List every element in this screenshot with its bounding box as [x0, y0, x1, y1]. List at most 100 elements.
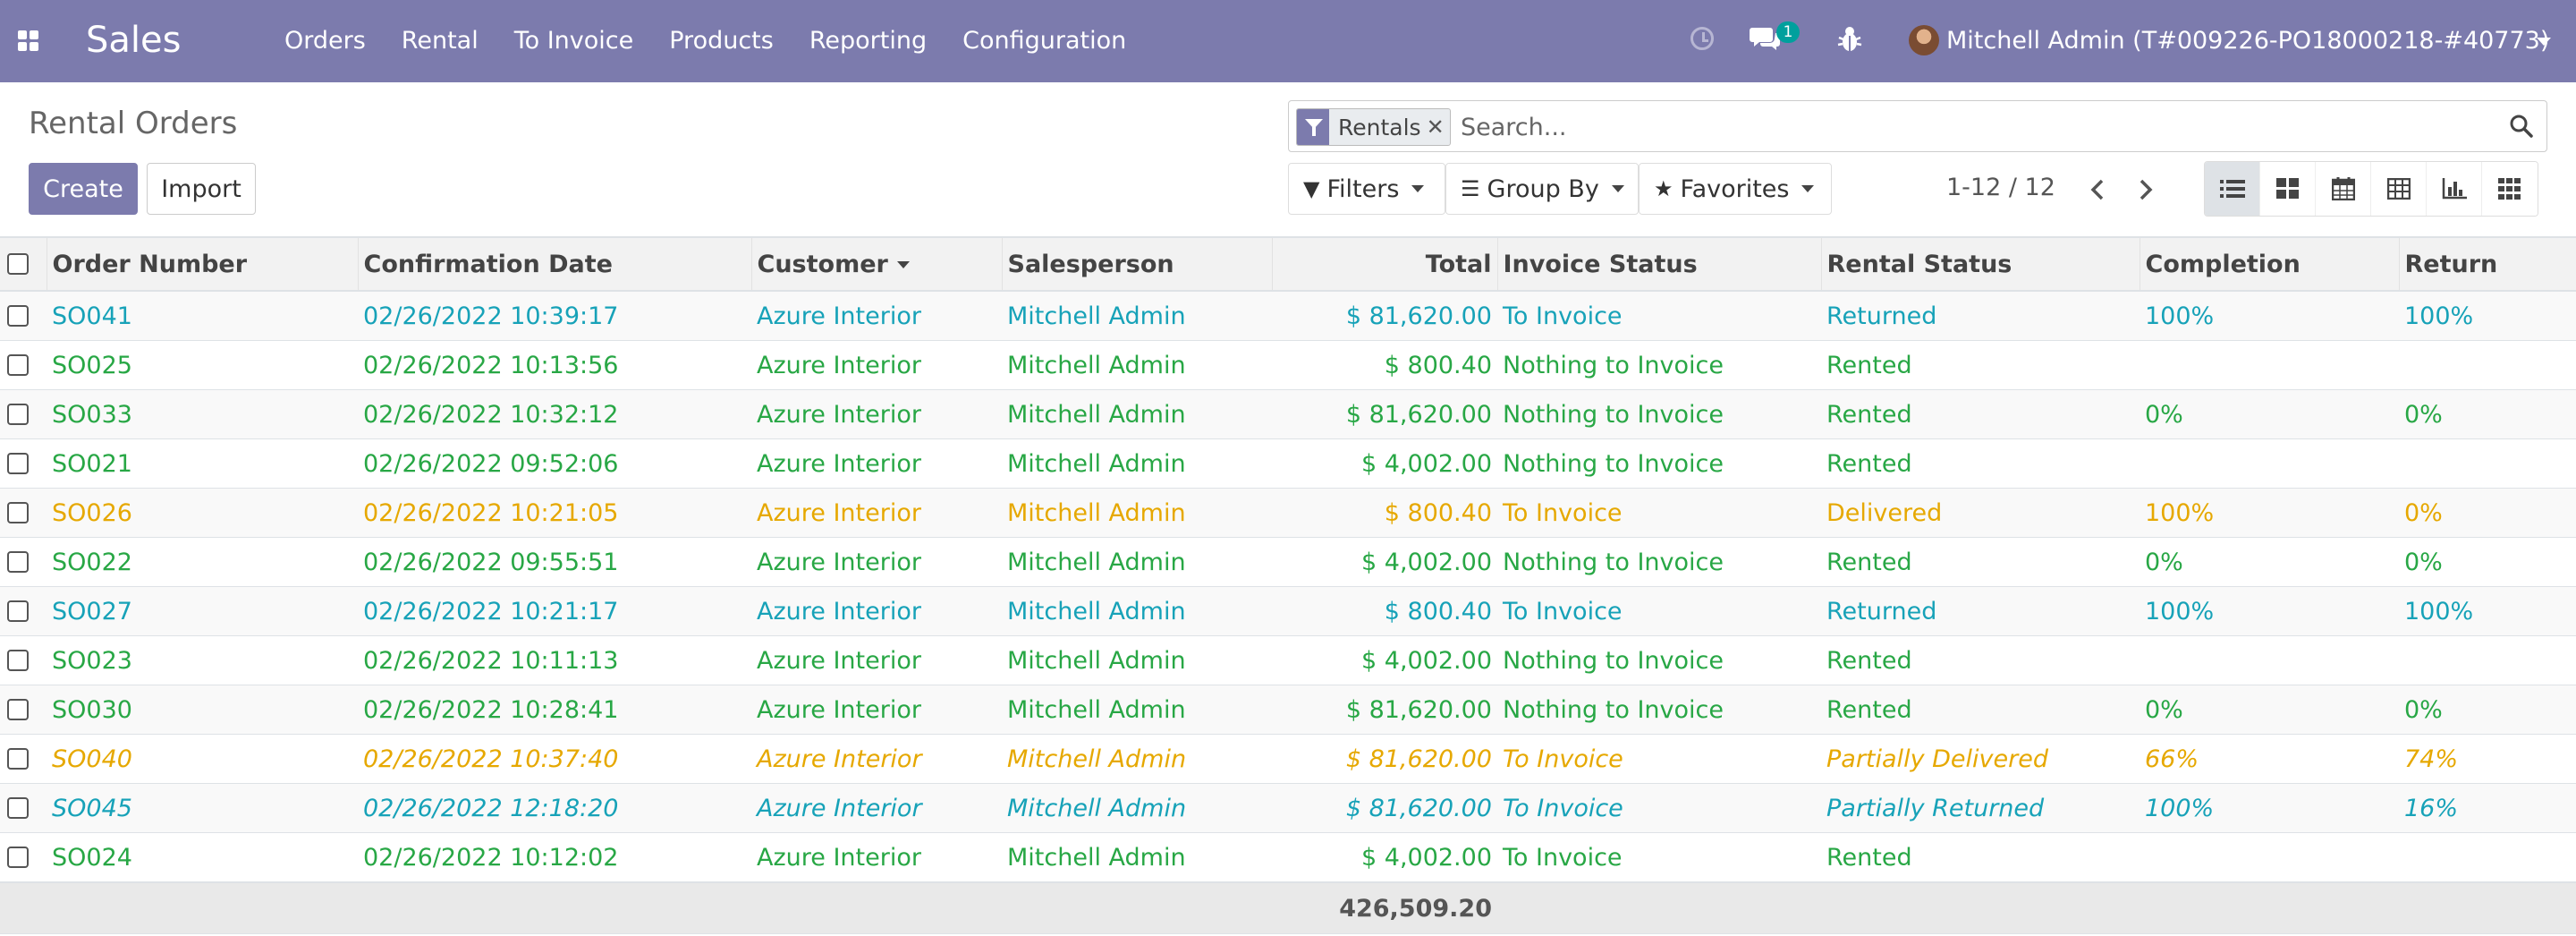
select-all-checkbox[interactable] — [7, 253, 29, 275]
column-header-total[interactable]: Total — [1272, 236, 1498, 292]
favorites-dropdown[interactable]: ★ Favorites — [1639, 163, 1832, 215]
table-row[interactable]: SO030 02/26/2022 10:28:41 Azure Interior Mi… — [0, 685, 2576, 735]
table-row[interactable]: SO026 02/26/2022 10:21:05 Azure Interior Mi… — [0, 488, 2576, 538]
user-avatar[interactable] — [1909, 25, 1939, 55]
remove-facet-icon[interactable]: ✕ — [1427, 115, 1450, 140]
cell-confirmation-date: 02/26/2022 10:39:17 — [358, 291, 751, 341]
cell-return — [2399, 832, 2576, 883]
row-checkbox[interactable] — [7, 650, 29, 671]
menu-products[interactable]: Products — [669, 27, 774, 55]
row-select-cell — [0, 685, 47, 735]
cell-invoice-status: To Invoice — [1497, 488, 1821, 538]
row-checkbox[interactable] — [7, 305, 29, 327]
cell-return: 100% — [2399, 586, 2576, 636]
user-menu-name[interactable]: Mitchell Admin (T#009226-PO18000218-#407… — [1946, 27, 2549, 55]
cell-order-number: SO021 — [47, 438, 358, 489]
row-checkbox[interactable] — [7, 748, 29, 770]
column-header-completion[interactable]: Completion — [2140, 236, 2400, 292]
cell-customer: Azure Interior — [751, 685, 1002, 735]
column-header-invoice-status[interactable]: Invoice Status — [1497, 236, 1822, 292]
graph-view-icon[interactable] — [2427, 162, 2482, 216]
cell-invoice-status: Nothing to Invoice — [1497, 537, 1821, 587]
menu-configuration[interactable]: Configuration — [962, 27, 1126, 55]
app-brand[interactable]: Sales — [86, 20, 181, 61]
row-checkbox[interactable] — [7, 502, 29, 523]
table-row[interactable]: SO033 02/26/2022 10:32:12 Azure Interior Mi… — [0, 389, 2576, 439]
row-select-cell — [0, 734, 47, 784]
cell-invoice-status: To Invoice — [1497, 734, 1821, 784]
cell-completion: 66% — [2140, 734, 2399, 784]
row-checkbox[interactable] — [7, 453, 29, 474]
apps-menu-icon[interactable] — [18, 30, 39, 52]
debug-bug-icon[interactable] — [1837, 25, 1862, 54]
cell-completion — [2140, 438, 2399, 489]
column-header-rental-status[interactable]: Rental Status — [1821, 236, 2140, 292]
row-select-cell — [0, 340, 47, 390]
column-header-order-number[interactable]: Order Number — [47, 236, 359, 292]
cell-customer: Azure Interior — [751, 537, 1002, 587]
column-header-customer[interactable]: Customer — [751, 236, 1003, 292]
pager-next-icon[interactable] — [2132, 175, 2157, 204]
main-menu: Orders Rental To Invoice Products Report… — [284, 27, 1162, 55]
pager-previous-icon[interactable] — [2086, 175, 2111, 204]
pager-value[interactable]: 1-12 / 12 — [1946, 174, 2055, 201]
cell-return: 0% — [2399, 537, 2576, 587]
footer-empty — [1497, 881, 1821, 934]
filters-dropdown[interactable]: ▼ Filters — [1288, 163, 1445, 215]
menu-orders[interactable]: Orders — [284, 27, 366, 55]
rental-orders-table: Order Number Confirmation Date Customer … — [0, 236, 2576, 934]
activity-clock-icon[interactable] — [1690, 27, 1714, 50]
page-title[interactable]: Rental Orders — [29, 106, 237, 141]
kanban-view-icon[interactable] — [2260, 162, 2316, 216]
table-row[interactable]: SO041 02/26/2022 10:39:17 Azure Interior Mi… — [0, 291, 2576, 341]
footer-empty — [358, 881, 751, 934]
cell-completion: 100% — [2140, 783, 2399, 833]
cell-total: $ 81,620.00 — [1272, 685, 1497, 735]
cell-rental-status: Rented — [1821, 340, 2140, 390]
cell-customer: Azure Interior — [751, 734, 1002, 784]
menu-to-invoice[interactable]: To Invoice — [514, 27, 634, 55]
column-header-salesperson[interactable]: Salesperson — [1002, 236, 1273, 292]
calendar-view-icon[interactable] — [2316, 162, 2371, 216]
cell-rental-status: Returned — [1821, 586, 2140, 636]
menu-reporting[interactable]: Reporting — [809, 27, 927, 55]
grid-view-icon[interactable] — [2482, 162, 2538, 216]
cell-rental-status: Rented — [1821, 537, 2140, 587]
create-button[interactable]: Create — [29, 163, 138, 215]
search-icon[interactable] — [2509, 114, 2534, 139]
select-all-cell — [0, 236, 47, 292]
table-row[interactable]: SO022 02/26/2022 09:55:51 Azure Interior Mi… — [0, 537, 2576, 587]
column-header-return[interactable]: Return — [2399, 236, 2576, 292]
cell-salesperson: Mitchell Admin — [1002, 389, 1272, 439]
cell-confirmation-date: 02/26/2022 09:52:06 — [358, 438, 751, 489]
row-checkbox[interactable] — [7, 404, 29, 425]
table-row[interactable]: SO025 02/26/2022 10:13:56 Azure Interior Mi… — [0, 340, 2576, 390]
cell-customer: Azure Interior — [751, 832, 1002, 883]
row-checkbox[interactable] — [7, 600, 29, 622]
menu-rental[interactable]: Rental — [402, 27, 479, 55]
search-bar: Rentals ✕ — [1288, 100, 2547, 152]
table-row[interactable]: SO040 02/26/2022 10:37:40 Azure Interior Mi… — [0, 734, 2576, 784]
column-header-confirmation-date[interactable]: Confirmation Date — [358, 236, 752, 292]
list-view-icon[interactable] — [2205, 162, 2260, 216]
row-checkbox[interactable] — [7, 354, 29, 376]
table-header-row: Order Number Confirmation Date Customer … — [0, 236, 2576, 292]
row-checkbox[interactable] — [7, 797, 29, 819]
cell-confirmation-date: 02/26/2022 10:12:02 — [358, 832, 751, 883]
table-row[interactable]: SO021 02/26/2022 09:52:06 Azure Interior Mi… — [0, 438, 2576, 489]
cell-order-number: SO024 — [47, 832, 358, 883]
row-checkbox[interactable] — [7, 551, 29, 573]
table-row[interactable]: SO045 02/26/2022 12:18:20 Azure Interior Mi… — [0, 783, 2576, 833]
row-checkbox[interactable] — [7, 699, 29, 720]
pivot-view-icon[interactable] — [2371, 162, 2427, 216]
import-button[interactable]: Import — [147, 163, 256, 215]
cell-invoice-status: Nothing to Invoice — [1497, 438, 1821, 489]
search-input[interactable] — [1459, 108, 2491, 146]
table-row[interactable]: SO027 02/26/2022 10:21:17 Azure Interior Mi… — [0, 586, 2576, 636]
cell-return — [2399, 635, 2576, 685]
table-row[interactable]: SO024 02/26/2022 10:12:02 Azure Interior Mi… — [0, 832, 2576, 883]
table-row[interactable]: SO023 02/26/2022 10:11:13 Azure Interior Mi… — [0, 635, 2576, 685]
chevron-down-icon[interactable] — [2537, 38, 2551, 46]
row-checkbox[interactable] — [7, 847, 29, 868]
groupby-dropdown[interactable]: ☰ Group By — [1445, 163, 1639, 215]
